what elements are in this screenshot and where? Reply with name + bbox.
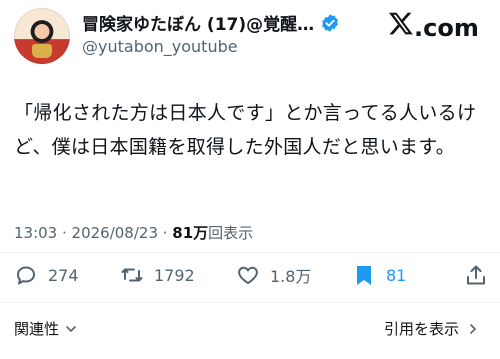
share-button[interactable] (464, 262, 488, 288)
share-icon (467, 265, 485, 285)
verified-badge-icon (322, 13, 339, 32)
divider (0, 302, 500, 303)
view-quotes-link[interactable]: 引用を表示 (384, 318, 479, 339)
like-count: 1.8万 (270, 267, 312, 286)
trophy-icon (32, 44, 52, 58)
timestamp[interactable]: 13:03 · 2026/08/23 · (14, 224, 172, 242)
reply-count: 274 (48, 265, 79, 285)
x-com-logo: .com (388, 10, 479, 42)
sort-dropdown[interactable]: 関連性 (14, 318, 77, 339)
reply-button[interactable]: 274 (14, 262, 79, 288)
divider (0, 252, 500, 253)
bookmark-button[interactable]: 81 (352, 262, 406, 288)
view-quotes-label: 引用を表示 (384, 320, 460, 338)
bookmark-icon (357, 266, 371, 285)
retweet-button[interactable]: 1792 (120, 262, 195, 288)
chevron-down-icon (66, 325, 76, 332)
user-handle[interactable]: @yutabon_youtube (82, 37, 238, 56)
bookmark-count: 81 (386, 265, 407, 285)
logo-domain-text: .com (414, 14, 479, 42)
retweet-icon (121, 268, 143, 282)
x-logo-icon (388, 12, 413, 35)
display-name-row[interactable]: 冒険家ゆたぼん (17)@覚醒… (82, 10, 340, 35)
tweet-text: 「帰化された方は日本人です」とか言ってる人いるけど、僕は日本国籍を取得した外国人… (14, 102, 477, 158)
views-count: 81万 (172, 224, 209, 242)
views-label: 回表示 (208, 224, 254, 242)
heart-icon (238, 266, 258, 284)
chevron-right-icon (470, 323, 477, 334)
retweet-count: 1792 (154, 265, 195, 285)
reply-icon (17, 266, 35, 285)
avatar[interactable] (14, 8, 70, 64)
tweet-meta: 13:03 · 2026/08/23 · 81万回表示 (14, 222, 253, 243)
display-name: 冒険家ゆたぼん (17)@覚醒… (82, 15, 315, 35)
sort-label: 関連性 (14, 320, 60, 338)
like-button[interactable]: 1.8万 (236, 262, 311, 288)
